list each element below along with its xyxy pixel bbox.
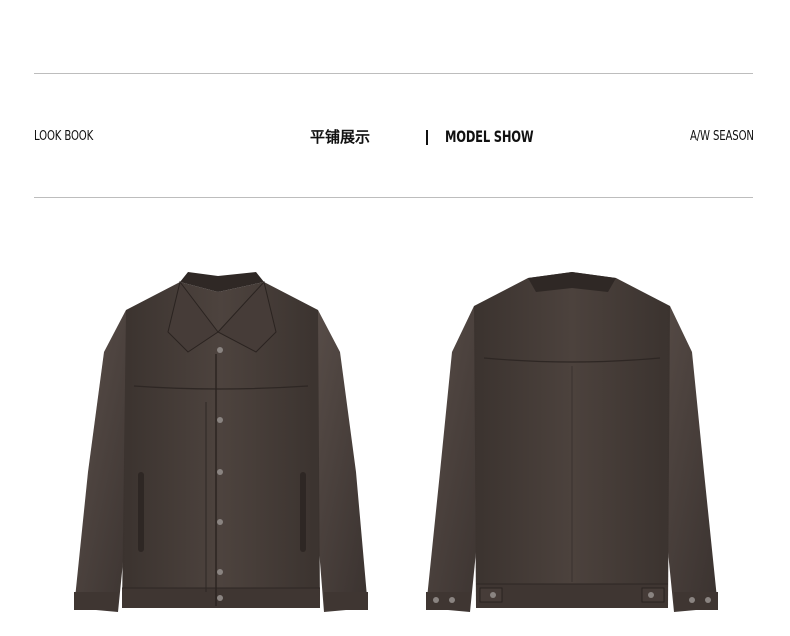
- jacket-front-image: [68, 262, 378, 622]
- leather-jacket-back-icon: [426, 272, 718, 612]
- look-book-label: LOOK BOOK: [34, 129, 94, 144]
- section-title-cn: 平铺展示: [310, 128, 371, 146]
- bottom-divider-line: [34, 197, 753, 198]
- section-header: LOOK BOOK 平铺展示 MODEL SHOW A/W SEASON: [34, 124, 754, 150]
- top-divider-line: [34, 73, 753, 74]
- jacket-back-image: [418, 262, 728, 622]
- title-separator: [426, 130, 428, 145]
- section-title-en: MODEL SHOW: [445, 127, 534, 146]
- section-title-group: 平铺展示 MODEL SHOW: [310, 124, 534, 150]
- season-label: A/W SEASON: [690, 129, 754, 144]
- leather-jacket-front-icon: [74, 272, 368, 612]
